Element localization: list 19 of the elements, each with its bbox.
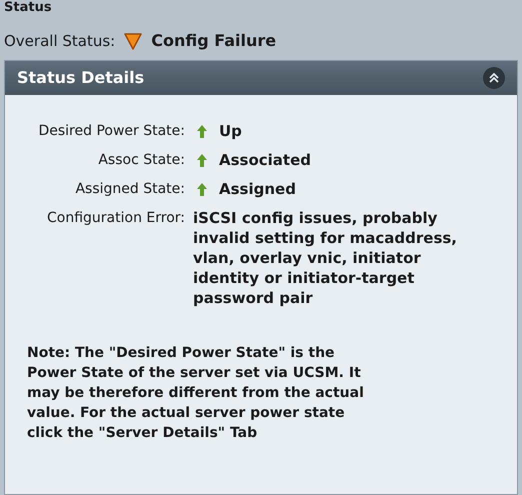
up-arrow-icon (197, 125, 207, 138)
status-value: Config Failure (151, 30, 276, 52)
collapse-button[interactable] (483, 67, 505, 89)
field-label: Desired Power State: (37, 122, 185, 141)
panel-title: Status Details (17, 67, 144, 89)
field-label: Assoc State: (97, 151, 185, 170)
up-arrow-icon (197, 154, 207, 167)
warning-triangle-icon (123, 31, 144, 51)
field-value: Assigned (219, 179, 296, 199)
section-title: Status (3, 0, 53, 16)
field-label: Assigned State: (74, 180, 185, 199)
field-value: iSCSI config issues, probably invalid setting for macaddress, vlan, overlay vnic, initiator identity or initiator-target password pair (193, 208, 458, 308)
field-label: Configuration Error: (46, 209, 185, 228)
field-value: Associated (219, 150, 312, 170)
status-label: Overall Status: (4, 30, 116, 52)
double-chevron-icon (488, 72, 500, 84)
note-text: Note: The "Desired Power State" is the Power State of the server set via UCSM. It may be therefore different from the actual value. For the actual server power state click the "Server Details" Tab (27, 344, 365, 443)
field-value: Up (219, 121, 242, 141)
up-arrow-icon (197, 183, 207, 196)
